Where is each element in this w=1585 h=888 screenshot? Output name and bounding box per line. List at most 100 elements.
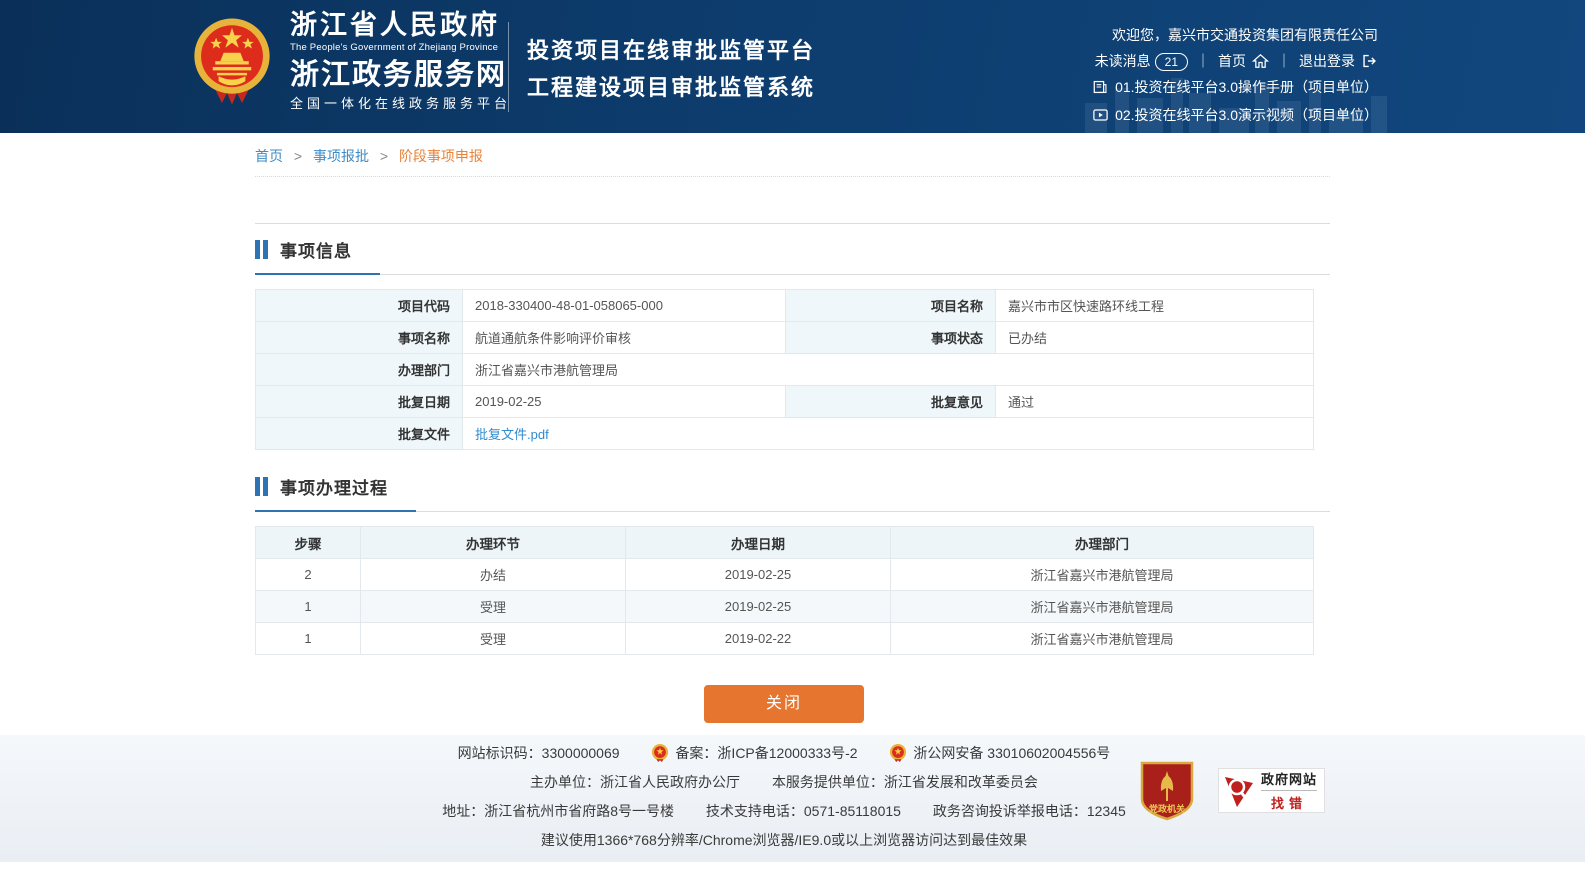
gov-title: 浙江省人民政府 [290, 10, 511, 40]
organizer: 主办单位：浙江省人民政府办公厅 [530, 772, 740, 792]
home-icon [1252, 54, 1269, 68]
manual-link[interactable]: 01.投资在线平台3.0操作手册（项目单位） [1092, 74, 1378, 100]
date-cell: 2019-02-25 [626, 559, 891, 591]
col-header-date: 办理日期 [626, 527, 891, 559]
department-cell: 浙江省嘉兴市港航管理局 [891, 559, 1314, 591]
table-row: 批复文件 批复文件.pdf [256, 418, 1314, 450]
table-row: 1 受理 2019-02-25 浙江省嘉兴市港航管理局 [256, 591, 1314, 623]
item-info-table: 项目代码 2018-330400-48-01-058065-000 项目名称 嘉… [255, 289, 1314, 450]
close-button[interactable]: 关闭 [704, 685, 864, 723]
table-row: 批复日期 2019-02-25 批复意见 通过 [256, 386, 1314, 418]
breadcrumb: 首页 > 事项报批 > 阶段事项申报 [255, 133, 1330, 177]
approval-file-link[interactable]: 批复文件.pdf [475, 427, 549, 442]
process-table: 步骤 办理环节 办理日期 办理部门 2 办结 2019-02-25 浙江省嘉兴市… [255, 526, 1314, 655]
address: 地址：浙江省杭州市省府路8号一号楼 [442, 801, 674, 821]
item-name-value: 航道通航条件影响评价审核 [463, 322, 786, 354]
brand-divider [508, 22, 509, 112]
emblem-seal-icon [651, 743, 669, 763]
project-code-value: 2018-330400-48-01-058065-000 [463, 290, 786, 322]
date-cell: 2019-02-22 [626, 623, 891, 655]
portal-title: 浙江政务服务网 [290, 58, 511, 92]
info-section-title: 事项信息 [280, 242, 352, 261]
magnifier-icon [1223, 773, 1257, 809]
find-error-label-2: 找错 [1261, 791, 1317, 812]
process-table-header-row: 步骤 办理环节 办理日期 办理部门 [256, 527, 1314, 559]
platform-title-2: 工程建设项目审批监管系统 [527, 69, 815, 106]
gov-subtitle-en: The People's Government of Zhejiang Prov… [290, 41, 511, 54]
info-label: 办理部门 [256, 354, 463, 386]
home-link[interactable]: 首页 [1218, 48, 1269, 74]
info-label: 批复文件 [256, 418, 463, 450]
emblem-seal-icon [889, 743, 907, 763]
info-label: 事项状态 [786, 322, 996, 354]
section-bars-icon [255, 240, 271, 264]
breadcrumb-current: 阶段事项申报 [399, 148, 483, 164]
breadcrumb-level2[interactable]: 事项报批 [313, 148, 369, 164]
stage-cell: 受理 [361, 623, 626, 655]
platform-titles: 投资项目在线审批监管平台 工程建设项目审批监管系统 [527, 32, 815, 106]
handling-department-value: 浙江省嘉兴市港航管理局 [463, 354, 1314, 386]
table-row: 办理部门 浙江省嘉兴市港航管理局 [256, 354, 1314, 386]
stage-cell: 受理 [361, 591, 626, 623]
process-section-title: 事项办理过程 [280, 479, 388, 498]
party-government-badge[interactable]: 党政机关 [1140, 761, 1194, 821]
step-cell: 1 [256, 591, 361, 623]
document-icon [1092, 80, 1109, 94]
breadcrumb-separator: > [380, 148, 388, 164]
info-section-header: 事项信息 [255, 237, 1330, 275]
step-cell: 2 [256, 559, 361, 591]
brand-block: 浙江省人民政府 The People's Government of Zheji… [190, 10, 511, 113]
user-area: 欢迎您，嘉兴市交通投资集团有限责任公司 未读消息21｜首页｜退出登录 01.投资… [1092, 22, 1378, 130]
footer-line-1: 网站标识码：3300000069 备案：浙ICP备12000333号-2 浙公网… [255, 743, 1313, 763]
item-status-value: 已办结 [996, 322, 1314, 354]
info-label: 事项名称 [256, 322, 463, 354]
security-record: 浙公网安备 33010602004556号 [889, 743, 1110, 763]
footer-line-4: 建议使用1366*768分辨率/Chrome浏览器/IE9.0或以上浏览器访问达… [255, 830, 1313, 850]
process-section-header: 事项办理过程 [255, 474, 1330, 512]
info-label: 批复意见 [786, 386, 996, 418]
unread-count-badge[interactable]: 21 [1155, 53, 1188, 71]
project-name-value: 嘉兴市市区快速路环线工程 [996, 290, 1314, 322]
col-header-department: 办理部门 [891, 527, 1314, 559]
find-error-label-1: 政府网站 [1261, 769, 1317, 791]
info-label: 项目名称 [786, 290, 996, 322]
footer: 网站标识码：3300000069 备案：浙ICP备12000333号-2 浙公网… [0, 735, 1585, 862]
complaint-phone: 政务咨询投诉举报电话：12345 [933, 801, 1126, 821]
info-label: 批复日期 [256, 386, 463, 418]
department-cell: 浙江省嘉兴市港航管理局 [891, 591, 1314, 623]
national-emblem-icon [190, 16, 274, 108]
unread-messages-link[interactable]: 未读消息21 [1095, 53, 1188, 69]
portal-subtitle: 全国一体化在线政务服务平台 [290, 95, 511, 113]
logout-link[interactable]: 退出登录 [1299, 48, 1378, 74]
site-id: 网站标识码：3300000069 [458, 743, 620, 763]
table-row: 2 办结 2019-02-25 浙江省嘉兴市港航管理局 [256, 559, 1314, 591]
section-bars-icon [255, 477, 271, 501]
breadcrumb-separator: > [294, 148, 302, 164]
date-cell: 2019-02-25 [626, 591, 891, 623]
step-cell: 1 [256, 623, 361, 655]
welcome-text: 欢迎您，嘉兴市交通投资集团有限责任公司 [1092, 22, 1378, 48]
icp-record: 备案：浙ICP备12000333号-2 [651, 743, 857, 763]
video-play-icon [1092, 108, 1109, 122]
info-label: 项目代码 [256, 290, 463, 322]
approval-opinion-value: 通过 [996, 386, 1314, 418]
svg-text:党政机关: 党政机关 [1149, 803, 1185, 814]
department-cell: 浙江省嘉兴市港航管理局 [891, 623, 1314, 655]
browser-tip: 建议使用1366*768分辨率/Chrome浏览器/IE9.0或以上浏览器访问达… [541, 830, 1027, 850]
breadcrumb-home[interactable]: 首页 [255, 148, 283, 164]
approval-date-value: 2019-02-25 [463, 386, 786, 418]
gov-site-find-error-badge[interactable]: 政府网站 找错 [1218, 768, 1325, 813]
table-row: 事项名称 航道通航条件影响评价审核 事项状态 已办结 [256, 322, 1314, 354]
table-row: 项目代码 2018-330400-48-01-058065-000 项目名称 嘉… [256, 290, 1314, 322]
video-link[interactable]: 02.投资在线平台3.0演示视频（项目单位） [1092, 102, 1378, 128]
tech-support-phone: 技术支持电话：0571-85118015 [706, 801, 901, 821]
col-header-stage: 办理环节 [361, 527, 626, 559]
service-provider: 本服务提供单位：浙江省发展和改革委员会 [772, 772, 1038, 792]
stage-cell: 办结 [361, 559, 626, 591]
table-row: 1 受理 2019-02-22 浙江省嘉兴市港航管理局 [256, 623, 1314, 655]
content-top-divider [255, 223, 1330, 224]
main-content: 事项信息 项目代码 2018-330400-48-01-058065-000 项… [255, 223, 1330, 723]
logout-icon [1361, 54, 1378, 68]
button-row: 关闭 [255, 685, 1313, 723]
col-header-step: 步骤 [256, 527, 361, 559]
